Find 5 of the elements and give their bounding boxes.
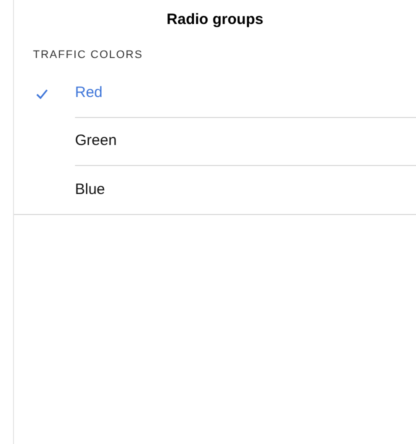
option-label[interactable]: Red: [75, 82, 103, 105]
option-label[interactable]: Blue: [75, 178, 106, 202]
screen-title: Radio groups: [166, 10, 264, 30]
section-header: TRAFFIC COLORS: [33, 48, 143, 63]
option-label[interactable]: Green: [75, 130, 117, 153]
